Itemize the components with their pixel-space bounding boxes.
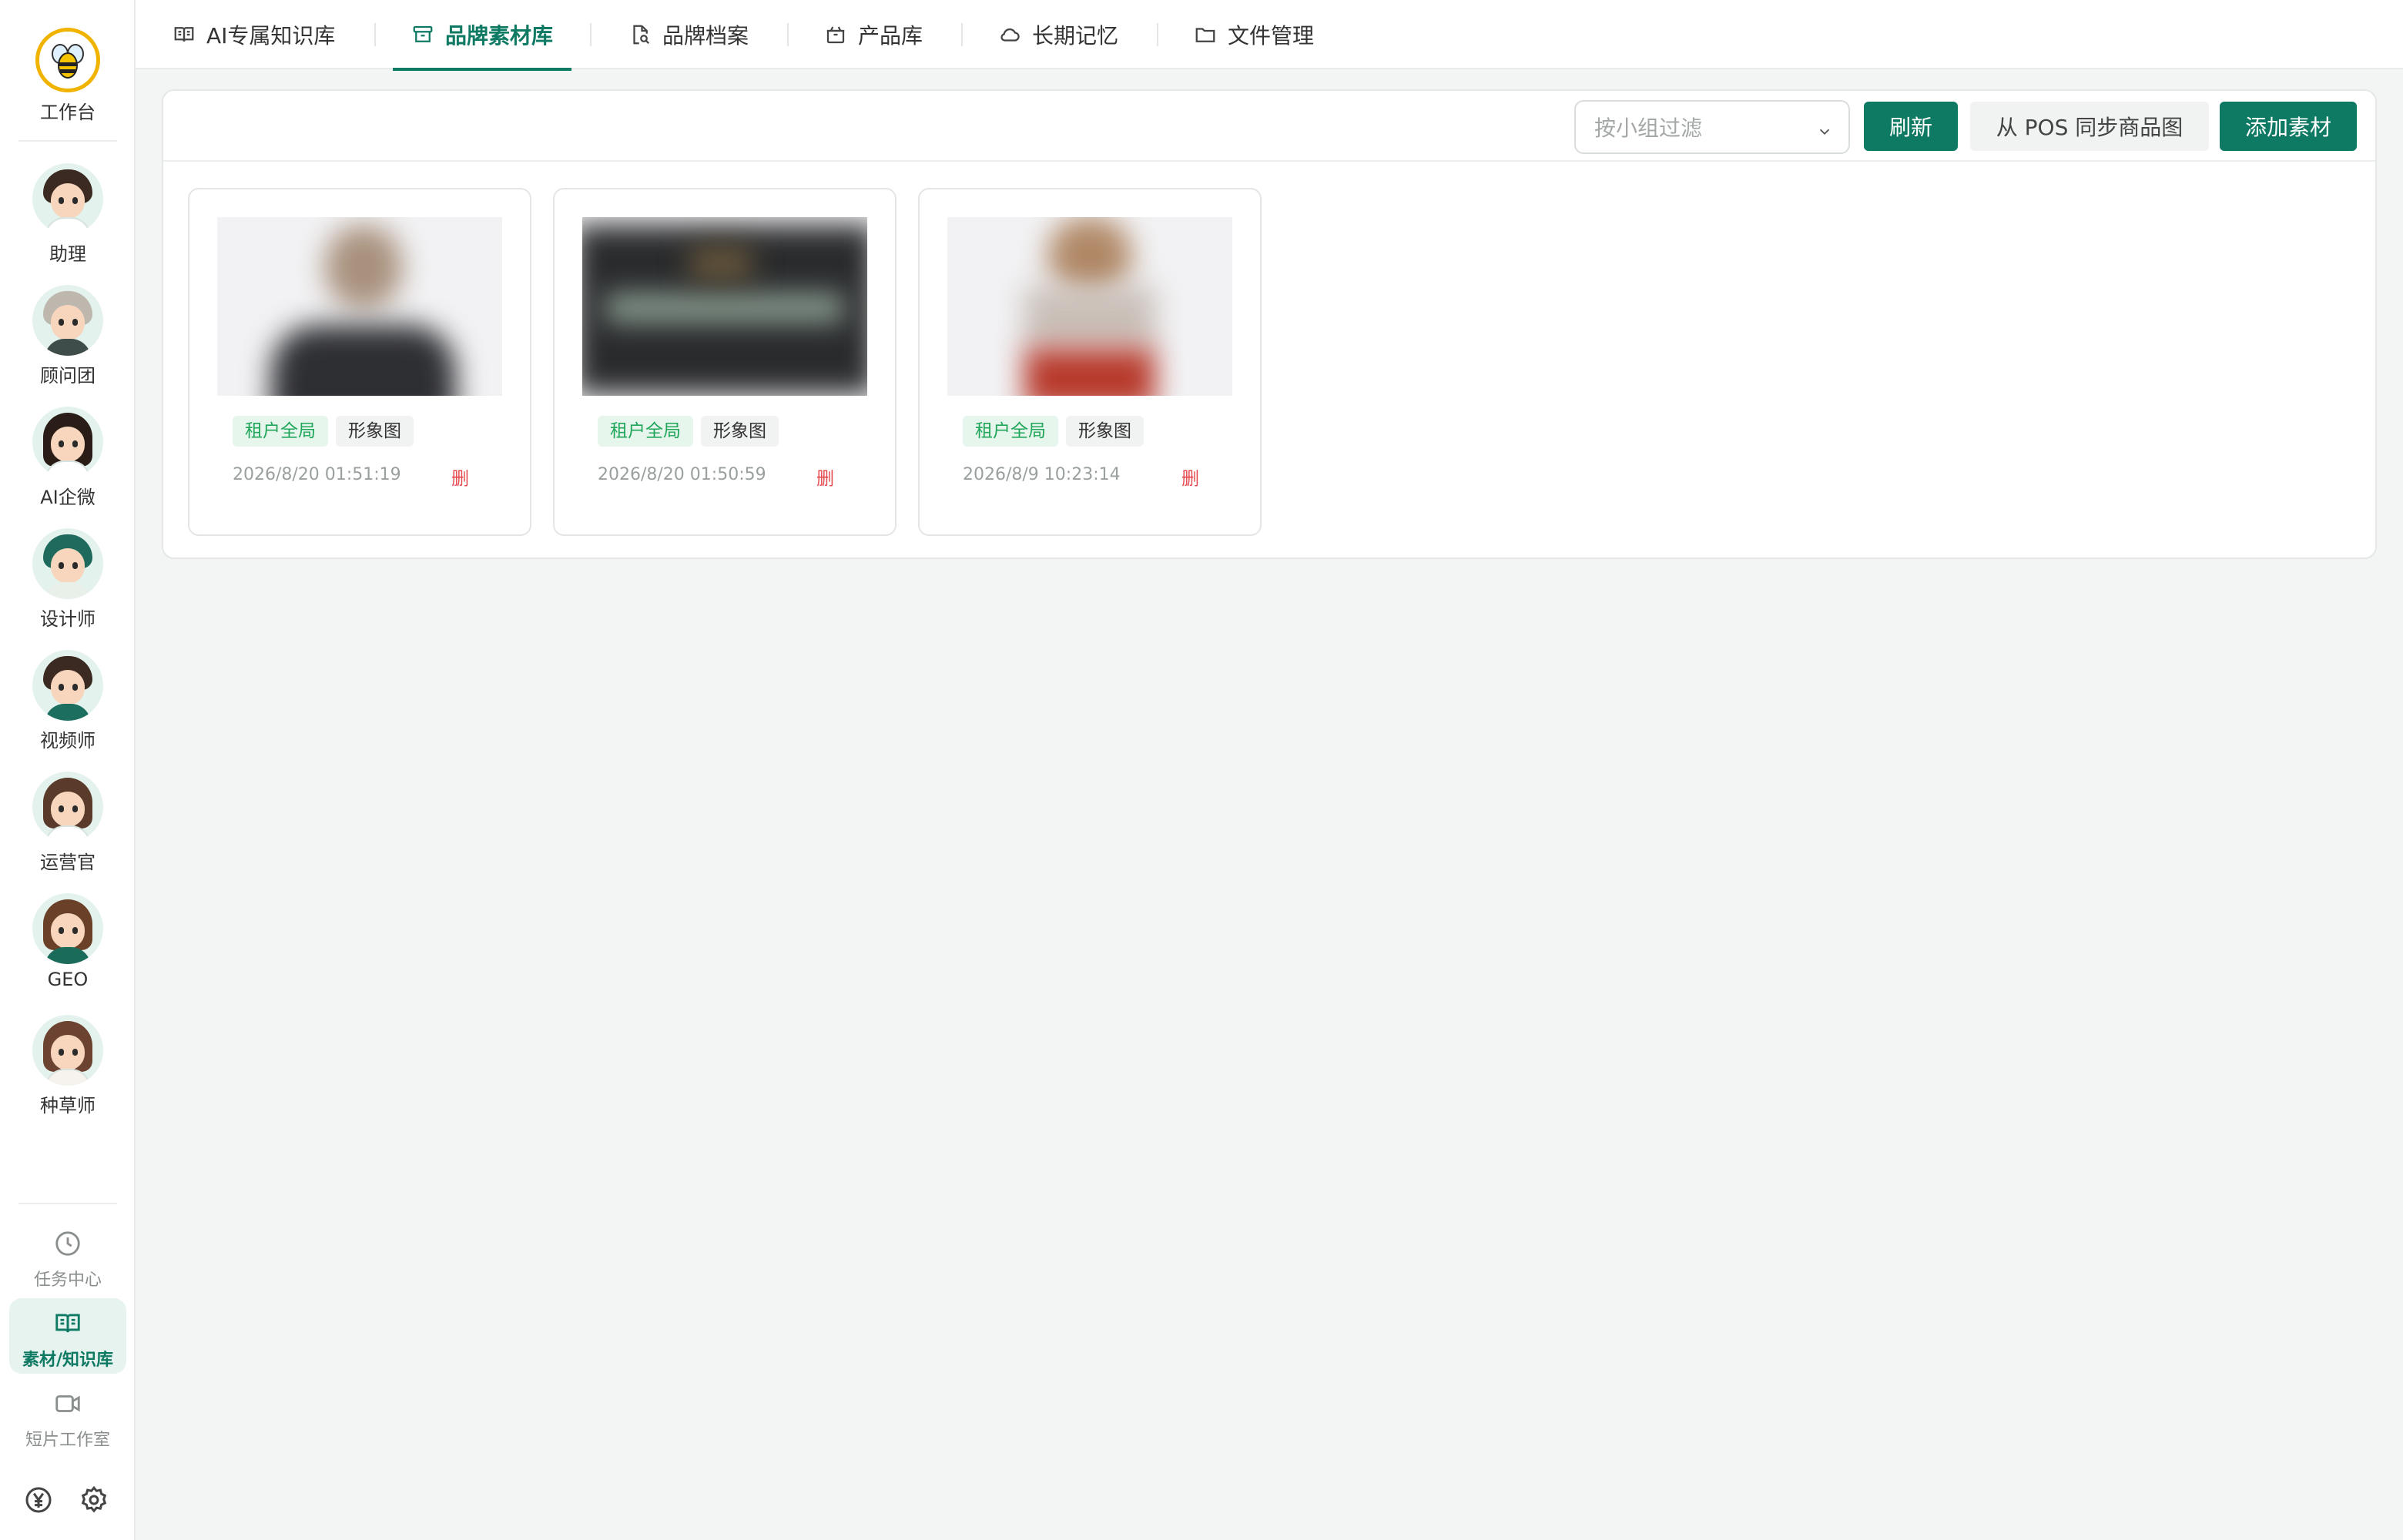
sidebar-agent-label: 视频师: [40, 730, 96, 752]
nav-task-center[interactable]: 任务中心: [9, 1218, 126, 1294]
book-icon: [53, 1314, 82, 1341]
sidebar-agent-label: 种草师: [40, 1095, 96, 1116]
group-filter-placeholder: 按小组过滤: [1594, 116, 1703, 141]
tab-label: 长期记忆: [1032, 23, 1119, 49]
avatar: [32, 285, 103, 356]
delete-button[interactable]: 删: [451, 464, 469, 490]
nav-label: 素材/知识库: [22, 1351, 114, 1370]
tab-separator: [787, 23, 789, 46]
tab-separator: [374, 23, 376, 46]
asset-card[interactable]: 租户全局 形象图 2026/8/9 10:23:14 删: [918, 188, 1262, 536]
avatar: [32, 893, 103, 964]
book-open-icon: [173, 23, 196, 46]
tab-label: 品牌档案: [662, 23, 749, 49]
chevron-down-icon: [1816, 120, 1833, 146]
sidebar-agent-geo[interactable]: GEO: [0, 893, 136, 990]
sidebar-divider: [18, 1203, 117, 1204]
type-tag: 形象图: [336, 416, 414, 447]
asset-thumbnail[interactable]: [947, 217, 1232, 396]
asset-card[interactable]: 租户全局 形象图 2026/8/20 01:51:19 删: [188, 188, 531, 536]
asset-card[interactable]: 租户全局 形象图 2026/8/20 01:50:59 删: [553, 188, 897, 536]
top-tab-bar: AI专属知识库 品牌素材库 品牌档案 产品库 长期记忆 文件管理: [136, 0, 2403, 71]
package-icon: [824, 23, 847, 46]
nav-label: 短片工作室: [25, 1431, 110, 1450]
sidebar-agent-label: AI企微: [40, 487, 96, 508]
tab-label: 产品库: [858, 23, 923, 49]
yen-icon[interactable]: [23, 1485, 54, 1518]
tab-ai-knowledge-base[interactable]: AI专属知识库: [173, 0, 335, 69]
tab-brand-profile[interactable]: 品牌档案: [628, 0, 749, 69]
nav-materials-knowledge[interactable]: 素材/知识库: [9, 1298, 126, 1374]
refresh-button[interactable]: 刷新: [1864, 102, 1958, 151]
tab-label: 文件管理: [1228, 23, 1315, 49]
avatar: [32, 407, 103, 477]
tab-separator: [1157, 23, 1158, 46]
sidebar: 工作台 助理 顾问团 AI企微 设计师 视频师 运营官 GEO 种草师 任务中心…: [0, 0, 136, 1540]
sidebar-agent-label: 运营官: [40, 852, 96, 873]
tab-brand-materials[interactable]: 品牌素材库: [392, 0, 572, 71]
asset-thumbnail[interactable]: [582, 217, 867, 396]
avatar: [32, 163, 103, 234]
sidebar-agent-assistant[interactable]: 助理: [0, 163, 136, 266]
clock-icon: [53, 1231, 82, 1261]
toolbar: 按小组过滤 刷新 从 POS 同步商品图 添加素材: [163, 91, 2375, 162]
nav-label: 任务中心: [33, 1270, 102, 1290]
sidebar-agent-advisors[interactable]: 顾问团: [0, 285, 136, 387]
sync-pos-images-button[interactable]: 从 POS 同步商品图: [1970, 102, 2209, 151]
sidebar-footer: [23, 1485, 116, 1515]
tab-label: 品牌素材库: [445, 23, 554, 49]
asset-tags: 租户全局 形象图: [233, 416, 421, 447]
brand-materials-panel: 按小组过滤 刷新 从 POS 同步商品图 添加素材 租户全局 形象图 2026/8…: [162, 89, 2377, 559]
sidebar-agent-ai-wecom[interactable]: AI企微: [0, 407, 136, 509]
sidebar-agent-seeding[interactable]: 种草师: [0, 1015, 136, 1117]
bee-logo-icon: [35, 28, 100, 92]
file-search-icon: [628, 23, 652, 46]
tab-file-management[interactable]: 文件管理: [1194, 0, 1314, 69]
asset-date: 2026/8/9 10:23:14: [963, 465, 1121, 484]
avatar: [32, 772, 103, 842]
group-filter-select[interactable]: 按小组过滤: [1574, 100, 1850, 154]
workbench-label: 工作台: [40, 102, 96, 123]
delete-button[interactable]: 删: [1181, 464, 1199, 490]
sidebar-agent-label: 设计师: [40, 608, 96, 630]
tab-product-library[interactable]: 产品库: [824, 0, 923, 69]
type-tag: 形象图: [701, 416, 779, 447]
asset-thumbnail[interactable]: [217, 217, 502, 396]
avatar: [32, 1015, 103, 1086]
scope-tag: 租户全局: [233, 416, 328, 447]
gear-icon[interactable]: [79, 1485, 109, 1518]
add-material-button[interactable]: 添加素材: [2220, 102, 2357, 151]
sidebar-divider: [18, 140, 117, 142]
video-icon: [53, 1395, 82, 1421]
avatar: [32, 650, 103, 721]
asset-date: 2026/8/20 01:50:59: [598, 465, 766, 484]
scope-tag: 租户全局: [598, 416, 693, 447]
asset-tags: 租户全局 形象图: [598, 416, 786, 447]
sidebar-agent-designer[interactable]: 设计师: [0, 528, 136, 631]
tab-separator: [590, 23, 592, 46]
workbench-link[interactable]: 工作台: [0, 28, 136, 124]
scope-tag: 租户全局: [963, 416, 1058, 447]
asset-date: 2026/8/20 01:51:19: [233, 465, 401, 484]
nav-short-video-studio[interactable]: 短片工作室: [9, 1378, 126, 1454]
sidebar-agent-label: GEO: [47, 969, 89, 990]
type-tag: 形象图: [1066, 416, 1144, 447]
tab-separator: [961, 23, 963, 46]
asset-tags: 租户全局 形象图: [963, 416, 1151, 447]
tab-long-term-memory[interactable]: 长期记忆: [998, 0, 1118, 69]
folder-icon: [1194, 23, 1217, 46]
sidebar-agent-videographer[interactable]: 视频师: [0, 650, 136, 752]
delete-button[interactable]: 删: [816, 464, 834, 490]
cloud-icon: [998, 23, 1021, 46]
sidebar-agent-label: 助理: [49, 243, 86, 265]
avatar: [32, 528, 103, 599]
archive-icon: [411, 23, 434, 46]
sidebar-agent-operations[interactable]: 运营官: [0, 772, 136, 874]
tab-label: AI专属知识库: [206, 23, 336, 49]
sidebar-agent-label: 顾问团: [40, 365, 96, 387]
